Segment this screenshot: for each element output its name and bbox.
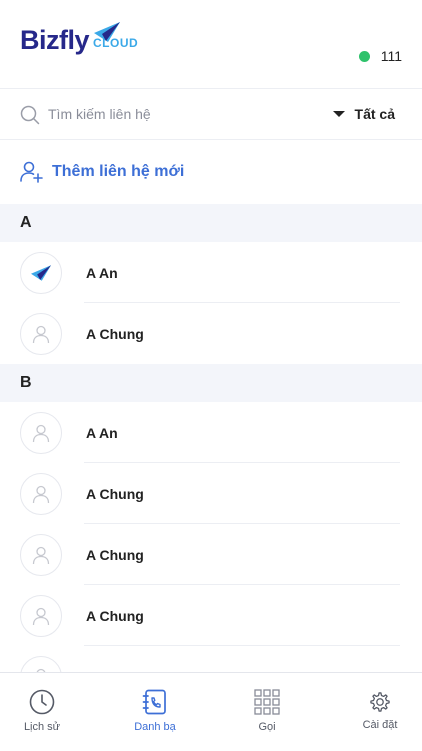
contact-name: A Chung [86,485,144,502]
contact-name: A Chung [86,325,144,342]
caret-down-icon [332,111,345,117]
avatar [20,472,62,515]
extension-number: 111 [380,48,402,64]
add-contact-button[interactable]: Thêm liên hệ mới [0,140,422,204]
clock-icon [29,689,55,715]
online-status-dot [358,50,370,62]
avatar [20,251,62,294]
bizfly-plane-icon [31,264,51,281]
user-icon [32,485,50,503]
contact-name: A Chung [86,546,144,563]
contact-item[interactable]: A An [0,242,422,303]
tab-label: Lịch sử [23,721,61,733]
avatar [20,411,62,454]
avatar [20,594,62,637]
contact-item[interactable]: A Chung [0,303,422,364]
avatar [20,533,62,576]
logo-text: Bizfly [20,25,90,55]
tab-label: Danh bạ [134,721,176,733]
add-user-icon [20,161,43,183]
bizfly-cloud-logo: Bizfly CLOUD [20,22,138,55]
search-input[interactable] [48,102,298,126]
user-icon [32,546,50,564]
contact-item[interactable]: A An [0,402,422,463]
user-icon [32,325,50,343]
extension-status: 111 [358,48,402,64]
section-header-b: B [0,364,422,402]
contact-name: A An [86,424,118,441]
tab-label: Gọi [258,721,276,733]
tab-history[interactable]: Lịch sử [0,689,87,733]
search-bar: Tất cả [0,89,422,140]
avatar [20,312,62,355]
paper-plane-icon [94,22,120,42]
contact-item[interactable]: A Chung [0,585,422,646]
app-header: Bizfly CLOUD 111 [0,0,422,89]
dialpad-icon [254,689,280,715]
filter-label: Tất cả [354,106,395,122]
contacts-book-icon [142,689,166,715]
contact-item[interactable]: A Chung [0,463,422,524]
contact-name: A Chung [86,607,144,624]
search-icon [20,105,40,125]
contact-item[interactable]: A Chung [0,524,422,585]
tab-call[interactable]: Gọi [222,689,312,733]
add-contact-label: Thêm liên hệ mới [52,163,185,180]
tab-label: Cài đặt [362,719,398,731]
user-icon [32,424,50,442]
filter-dropdown[interactable]: Tất cả [332,106,395,122]
section-header-a: A [0,204,422,242]
user-icon [32,607,50,625]
bottom-tab-bar: Lịch sử Danh bạ Gọi Cài đặt [0,672,422,751]
tab-settings[interactable]: Cài đặt [335,691,422,731]
contact-list: A A An A Chung B A An A Chung A Chung A … [0,204,422,707]
contact-name: A An [86,264,118,281]
tab-contacts[interactable]: Danh bạ [110,689,200,733]
gear-icon [370,692,390,712]
